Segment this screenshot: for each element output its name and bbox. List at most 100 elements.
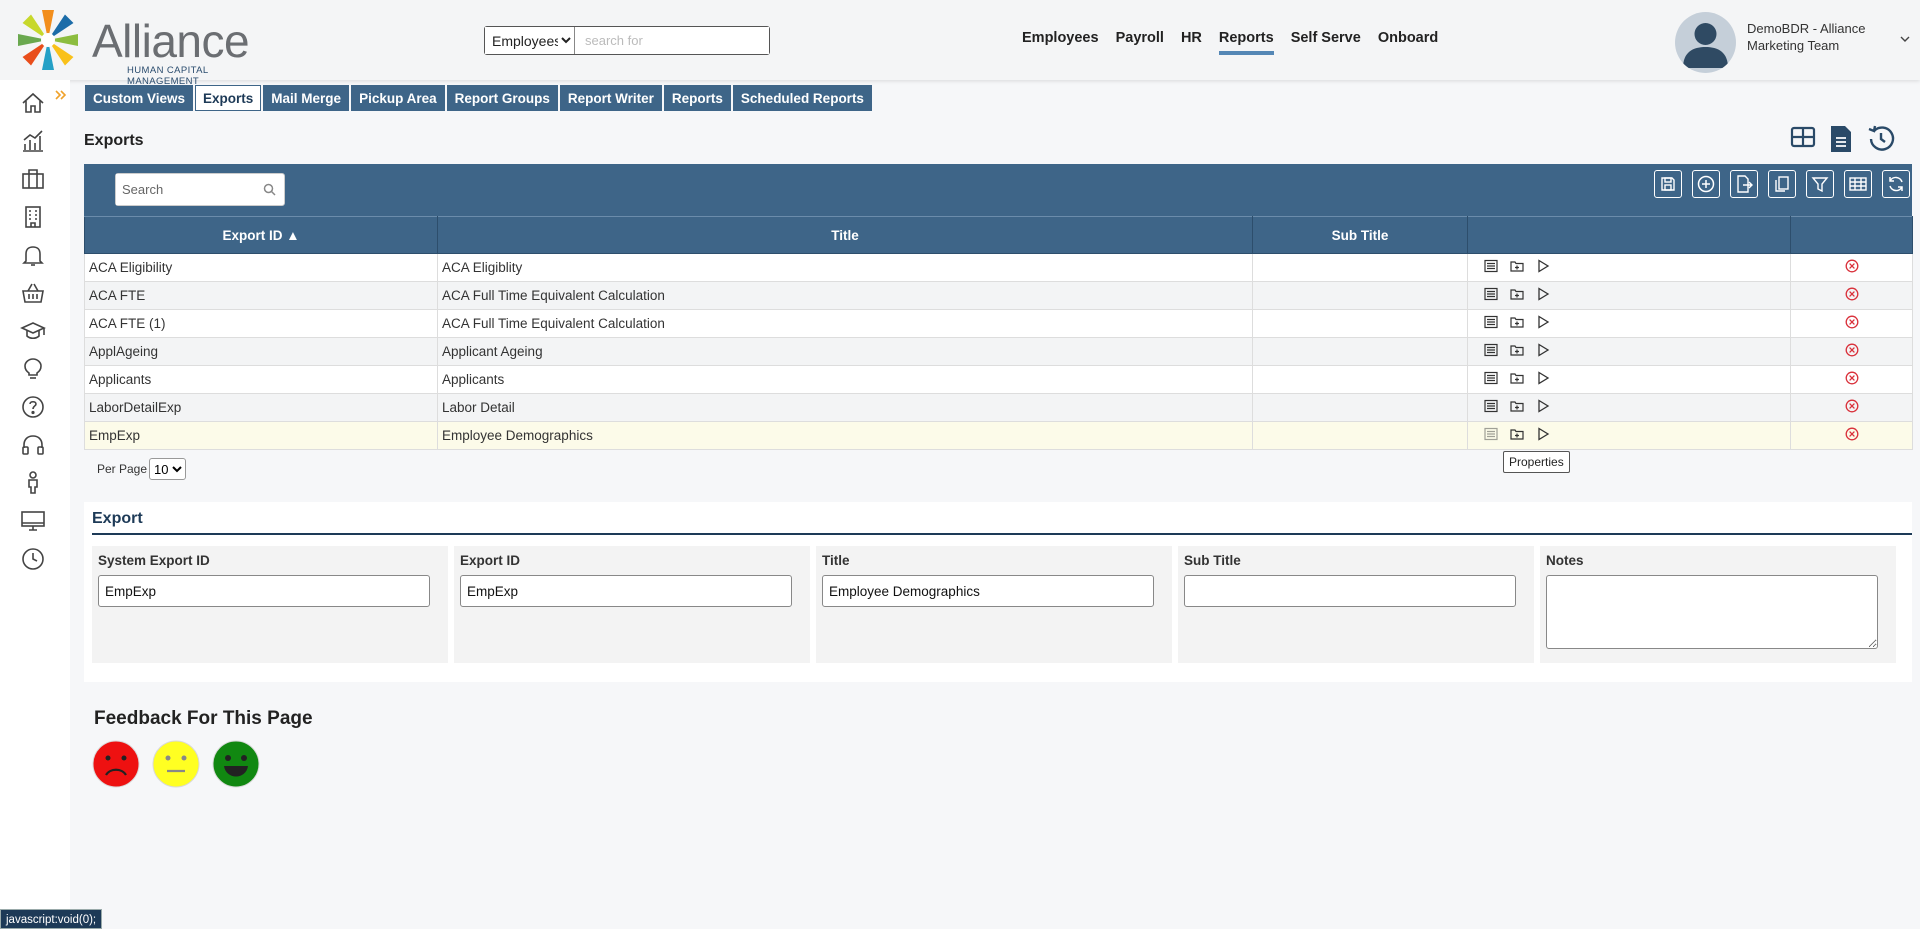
export-file-icon[interactable] [1730, 170, 1758, 198]
user-menu[interactable]: DemoBDR - Alliance Marketing Team [1675, 12, 1915, 74]
columns-icon[interactable] [1844, 170, 1872, 198]
delete-icon[interactable] [1845, 427, 1859, 444]
monitor-icon[interactable] [20, 508, 46, 534]
double-chevron-right-icon[interactable] [55, 88, 67, 106]
table-row[interactable]: ACA FTE (1) ACA Full Time Equivalent Calc… [84, 309, 1913, 338]
document-view-icon[interactable] [1828, 124, 1854, 157]
properties-icon[interactable] [1484, 427, 1498, 444]
nav-hr[interactable]: HR [1181, 30, 1202, 55]
properties-icon[interactable] [1484, 259, 1498, 276]
table-row[interactable]: LaborDetailExp Labor Detail [84, 393, 1913, 422]
run-icon[interactable] [1536, 427, 1550, 444]
properties-icon[interactable] [1484, 287, 1498, 304]
properties-icon[interactable] [1484, 371, 1498, 388]
tab-pickup-area[interactable]: Pickup Area [351, 85, 445, 111]
tab-custom-views[interactable]: Custom Views [85, 85, 194, 111]
search-scope-select[interactable]: Employees [485, 27, 575, 54]
add-to-folder-icon[interactable] [1510, 287, 1524, 304]
column-header-delete [1790, 216, 1913, 254]
run-icon[interactable] [1536, 371, 1550, 388]
grid-view-icon[interactable] [1790, 124, 1816, 157]
bell-icon[interactable] [20, 242, 46, 268]
clock-icon[interactable] [20, 546, 46, 572]
reports-tabs: Custom Views Exports Mail Merge Pickup A… [85, 85, 872, 111]
person-icon[interactable] [20, 470, 46, 496]
per-page-select[interactable]: 10 [149, 458, 187, 480]
add-to-folder-icon[interactable] [1510, 343, 1524, 360]
run-icon[interactable] [1536, 287, 1550, 304]
history-icon[interactable] [1866, 124, 1896, 157]
tab-report-groups[interactable]: Report Groups [446, 85, 558, 111]
save-icon[interactable] [1654, 170, 1682, 198]
add-to-folder-icon[interactable] [1510, 315, 1524, 332]
graduation-cap-icon[interactable] [20, 318, 46, 344]
tab-exports[interactable]: Exports [195, 85, 262, 111]
run-icon[interactable] [1536, 399, 1550, 416]
delete-icon[interactable] [1845, 399, 1859, 416]
system-export-id-input[interactable] [98, 575, 430, 607]
delete-icon[interactable] [1845, 343, 1859, 360]
alliance-logo[interactable]: Alliance HUMAN CAPITAL MANAGEMENT [10, 4, 260, 87]
chevron-down-icon[interactable] [1900, 32, 1910, 46]
delete-icon[interactable] [1845, 371, 1859, 388]
column-header-sub-title[interactable]: Sub Title [1252, 216, 1468, 254]
table-row[interactable]: ACA FTE ACA Full Time Equivalent Calculat… [84, 281, 1913, 310]
properties-icon[interactable] [1484, 343, 1498, 360]
column-header-export-id[interactable]: Export ID ▲ [84, 216, 438, 254]
sub-title-field: Sub Title [1178, 546, 1534, 663]
lightbulb-icon[interactable] [20, 356, 46, 382]
basket-icon[interactable] [20, 280, 46, 306]
happy-face-icon[interactable] [212, 740, 260, 791]
table-row[interactable]: EmpExp Employee Demographics [84, 421, 1913, 450]
analytics-icon[interactable] [20, 128, 46, 154]
copy-icon[interactable] [1768, 170, 1796, 198]
sub-title-input[interactable] [1184, 575, 1516, 607]
tab-mail-merge[interactable]: Mail Merge [263, 85, 350, 111]
grid-search-input[interactable] [116, 174, 254, 205]
run-icon[interactable] [1536, 259, 1550, 276]
table-row[interactable]: ACA Eligibility ACA Eligiblity [84, 253, 1913, 282]
export-detail-panel: Export System Export ID Export ID Title … [84, 502, 1912, 682]
nav-reports[interactable]: Reports [1218, 30, 1274, 55]
nav-payroll[interactable]: Payroll [1116, 30, 1164, 55]
tab-reports[interactable]: Reports [663, 85, 731, 111]
add-to-folder-icon[interactable] [1510, 427, 1524, 444]
tab-scheduled-reports[interactable]: Scheduled Reports [732, 85, 872, 111]
properties-icon[interactable] [1484, 399, 1498, 416]
headset-icon[interactable] [20, 432, 46, 458]
table-row[interactable]: ApplAgeing Applicant Ageing [84, 337, 1913, 366]
title-input[interactable] [822, 575, 1154, 607]
nav-self-serve[interactable]: Self Serve [1291, 30, 1361, 55]
home-icon[interactable] [20, 90, 46, 116]
briefcase-icon[interactable] [20, 166, 46, 192]
sad-face-icon[interactable] [92, 740, 140, 791]
column-header-title[interactable]: Title [437, 216, 1253, 254]
table-row[interactable]: Applicants Applicants [84, 365, 1913, 394]
notes-textarea[interactable] [1546, 575, 1878, 649]
delete-icon[interactable] [1845, 287, 1859, 304]
add-to-folder-icon[interactable] [1510, 371, 1524, 388]
run-icon[interactable] [1536, 315, 1550, 332]
search-icon[interactable] [263, 183, 276, 199]
tab-report-writer[interactable]: Report Writer [559, 85, 662, 111]
status-bar: javascript:void(0); [0, 909, 103, 929]
avatar[interactable] [1675, 12, 1736, 73]
add-to-folder-icon[interactable] [1510, 259, 1524, 276]
delete-icon[interactable] [1845, 259, 1859, 276]
alliance-logo-mark [18, 10, 78, 70]
global-search-input[interactable] [575, 27, 769, 54]
refresh-icon[interactable] [1882, 170, 1910, 198]
properties-icon[interactable] [1484, 315, 1498, 332]
export-id-input[interactable] [460, 575, 792, 607]
cell-sub-title [1252, 253, 1468, 282]
run-icon[interactable] [1536, 343, 1550, 360]
filter-icon[interactable] [1806, 170, 1834, 198]
help-icon[interactable] [20, 394, 46, 420]
nav-onboard[interactable]: Onboard [1378, 30, 1438, 55]
add-icon[interactable] [1692, 170, 1720, 198]
building-icon[interactable] [20, 204, 46, 230]
nav-employees[interactable]: Employees [1022, 30, 1099, 55]
delete-icon[interactable] [1845, 315, 1859, 332]
add-to-folder-icon[interactable] [1510, 399, 1524, 416]
neutral-face-icon[interactable] [152, 740, 200, 791]
